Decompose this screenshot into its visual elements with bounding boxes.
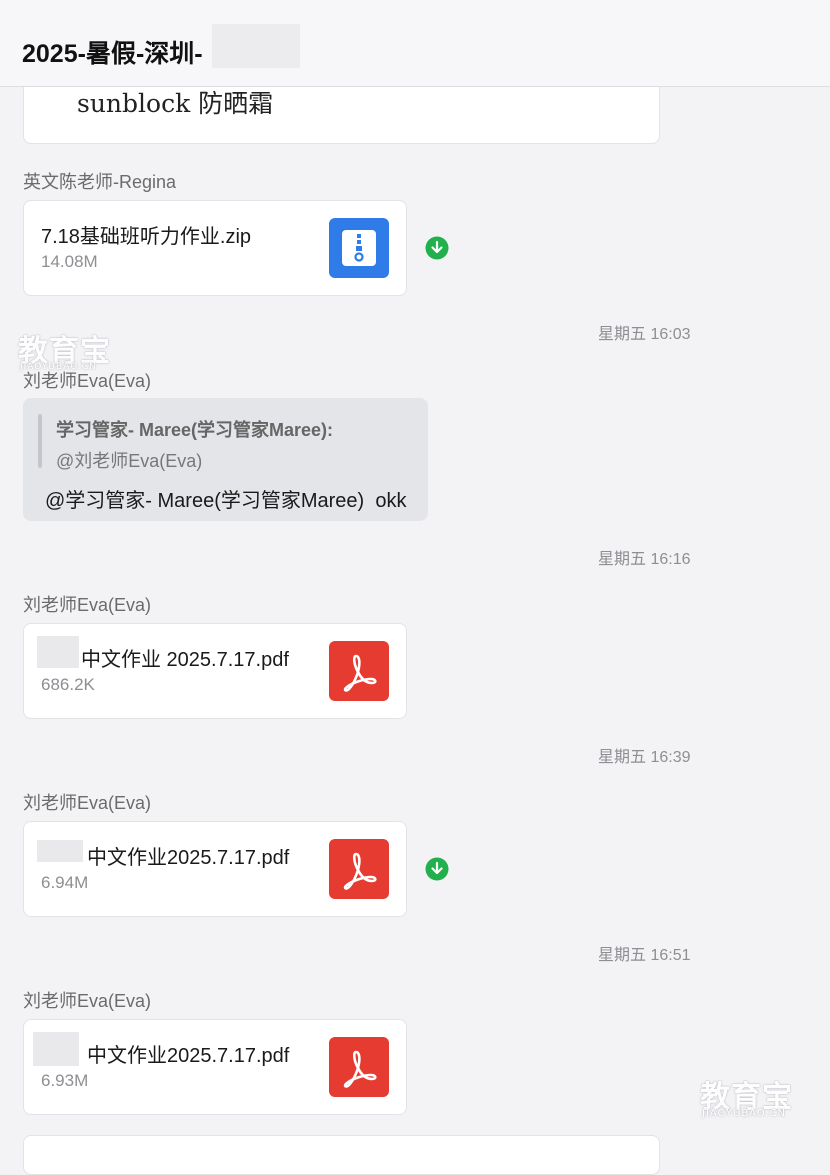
reply-text: @学习管家- Maree(学习管家Maree) okk bbox=[45, 490, 407, 512]
redacted-area bbox=[33, 1032, 79, 1066]
chat-message-list[interactable]: sunblock 防晒霜 英文陈老师-Regina 7.18基础班听力作业.zi… bbox=[0, 0, 830, 1175]
sender-name: 刘老师Eva(Eva) bbox=[23, 991, 152, 1011]
zip-file-icon bbox=[329, 218, 389, 278]
quote-bar bbox=[38, 414, 42, 468]
file-name: 中文作业2025.7.17.pdf bbox=[87, 847, 290, 869]
file-message-card[interactable]: 7.18基础班听力作业.zip 14.08M bbox=[23, 200, 407, 296]
download-done-icon[interactable] bbox=[425, 857, 449, 881]
file-message-card[interactable]: 中文作业2025.7.17.pdf 6.94M bbox=[23, 821, 407, 917]
quote-text: @刘老师Eva(Eva) bbox=[56, 451, 203, 471]
pdf-file-icon bbox=[329, 1037, 389, 1097]
message-timestamp: 星期五 16:39 bbox=[598, 749, 691, 766]
sender-name: 刘老师Eva(Eva) bbox=[23, 793, 152, 813]
sender-name: 英文陈老师-Regina bbox=[23, 172, 177, 192]
sender-name: 刘老师Eva(Eva) bbox=[23, 595, 152, 615]
quote-author: 学习管家- Maree(学习管家Maree): bbox=[56, 420, 334, 440]
file-size: 6.94M bbox=[41, 873, 89, 892]
watermark-subtext: JIAOYUBAO.CN bbox=[702, 1108, 786, 1119]
file-size: 6.93M bbox=[41, 1071, 89, 1090]
file-name: 7.18基础班听力作业.zip bbox=[41, 226, 252, 248]
quote-reply-bubble[interactable]: 学习管家- Maree(学习管家Maree): @刘老师Eva(Eva) @学习… bbox=[23, 398, 428, 521]
file-message-card[interactable]: 中文作业2025.7.17.pdf 6.93M bbox=[23, 1019, 407, 1115]
file-size: 686.2K bbox=[41, 675, 95, 694]
file-message-card[interactable]: 中文作业 2025.7.17.pdf 686.2K bbox=[23, 623, 407, 719]
redacted-area bbox=[212, 24, 300, 68]
pdf-file-icon bbox=[329, 839, 389, 899]
redacted-area bbox=[37, 636, 79, 668]
message-timestamp: 星期五 16:03 bbox=[598, 326, 691, 343]
next-message-card[interactable] bbox=[23, 1135, 660, 1175]
message-timestamp: 星期五 16:51 bbox=[598, 947, 691, 964]
watermark-subtext: JIAOYUBAO.CN bbox=[20, 362, 97, 372]
previous-message-text: sunblock 防晒霜 bbox=[77, 89, 274, 118]
chat-header: 2025-暑假-深圳- bbox=[0, 0, 830, 87]
chat-title: 2025-暑假-深圳- bbox=[22, 40, 203, 68]
pdf-file-icon bbox=[329, 641, 389, 701]
file-size: 14.08M bbox=[41, 252, 98, 271]
message-timestamp: 星期五 16:16 bbox=[598, 551, 691, 568]
file-name: 中文作业 2025.7.17.pdf bbox=[81, 649, 289, 671]
download-done-icon[interactable] bbox=[425, 236, 449, 260]
file-name: 中文作业2025.7.17.pdf bbox=[87, 1045, 290, 1067]
redacted-area bbox=[37, 840, 83, 862]
